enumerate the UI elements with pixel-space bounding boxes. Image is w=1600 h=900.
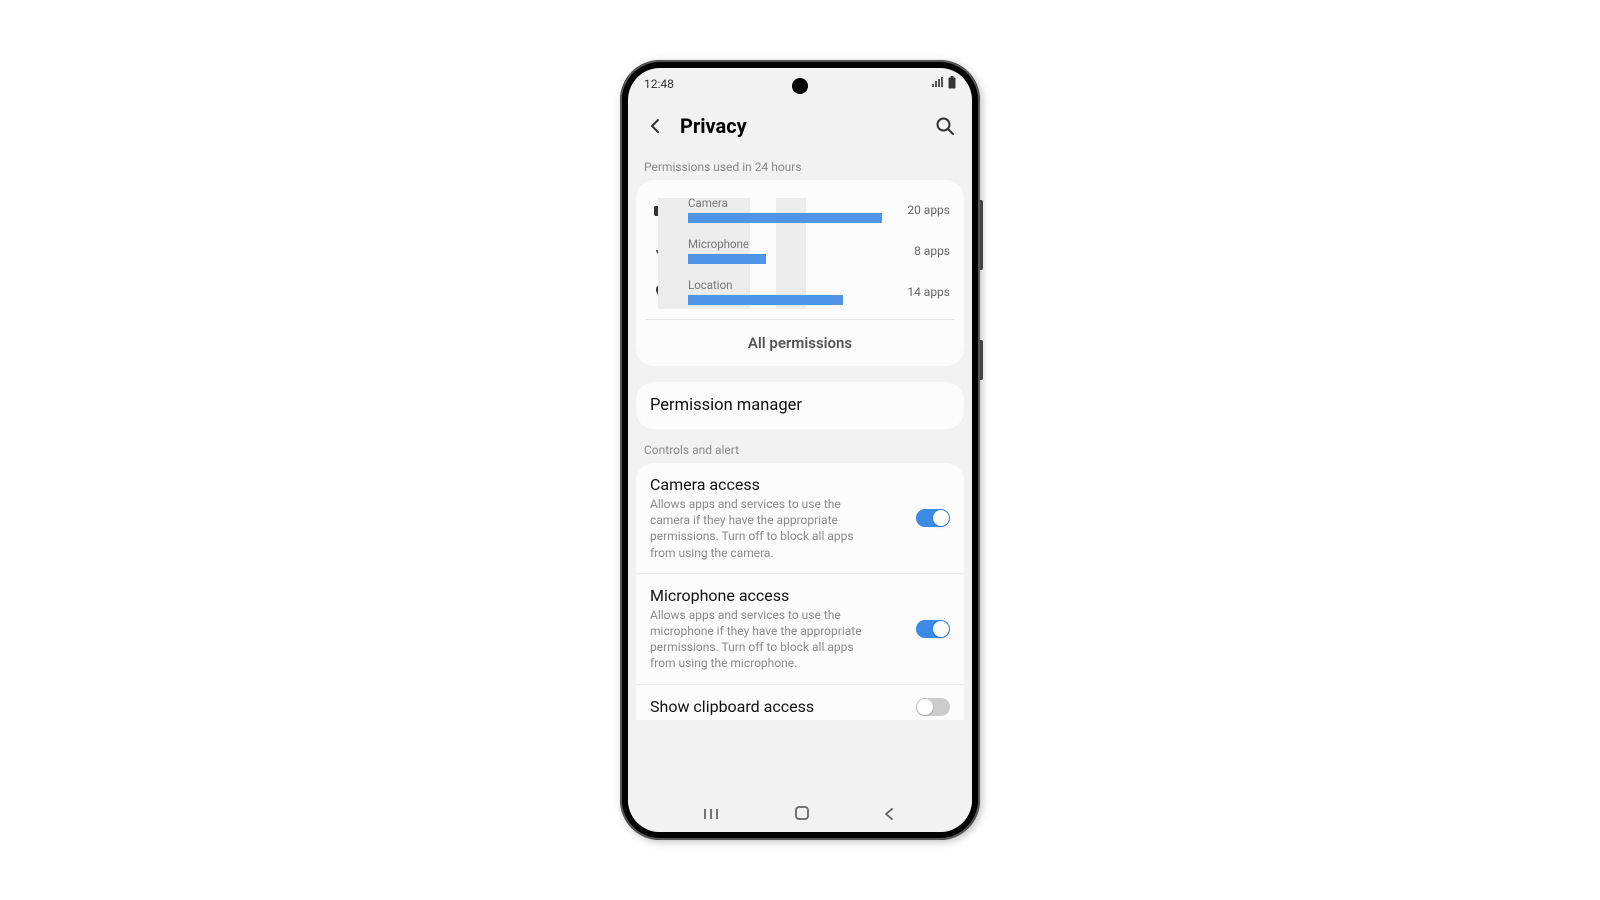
status-time: 12:48 [644, 77, 674, 91]
toggle-desc: Allows apps and services to use the came… [650, 496, 880, 561]
screen: 12:48 Privacy Permissions used in 24 hou… [628, 68, 972, 832]
permission-bar [688, 213, 882, 223]
permissions-used-label: Permissions used in 24 hours [628, 152, 972, 180]
home-button[interactable] [794, 805, 810, 825]
signal-icon [931, 77, 944, 91]
permission-label: Microphone [688, 237, 882, 251]
controls-section-label: Controls and alert [628, 429, 972, 463]
permission-count: 8 apps [896, 244, 950, 258]
toggle-desc: Allows apps and services to use the micr… [650, 607, 880, 672]
permission-manager-title: Permission manager [650, 396, 950, 415]
all-permissions-button[interactable]: All permissions [646, 320, 954, 366]
volume-button [980, 200, 983, 270]
search-button[interactable] [934, 115, 956, 137]
page-title: Privacy [680, 114, 920, 138]
clipboard-access-row[interactable]: Show clipboard access [636, 685, 964, 720]
microphone-access-row[interactable]: Microphone access Allows apps and servic… [636, 574, 964, 685]
toggle-title: Camera access [650, 475, 904, 494]
battery-icon [948, 76, 956, 92]
back-nav-button[interactable] [882, 806, 896, 825]
camera-hole [792, 78, 808, 94]
camera-access-row[interactable]: Camera access Allows apps and services t… [636, 463, 964, 574]
permission-count: 14 apps [896, 285, 950, 299]
permission-label: Camera [688, 196, 882, 210]
permission-bar [688, 254, 766, 264]
back-button[interactable] [644, 115, 666, 137]
camera-access-toggle[interactable] [916, 509, 950, 527]
app-header: Privacy [628, 96, 972, 152]
permission-bar [688, 295, 843, 305]
permission-label: Location [688, 278, 882, 292]
toggle-title: Microphone access [650, 586, 904, 605]
clipboard-access-toggle[interactable] [916, 698, 950, 716]
microphone-access-toggle[interactable] [916, 620, 950, 638]
phone-frame: 12:48 Privacy Permissions used in 24 hou… [620, 60, 980, 840]
permission-count: 20 apps [896, 203, 950, 217]
recents-button[interactable] [704, 806, 722, 825]
content: Permissions used in 24 hours Camera 20 a… [628, 152, 972, 798]
toggle-title: Show clipboard access [650, 697, 904, 716]
permissions-card[interactable]: Camera 20 apps Microphone 8 a [636, 180, 964, 366]
controls-card: Camera access Allows apps and services t… [636, 463, 964, 720]
permission-manager-item[interactable]: Permission manager [636, 382, 964, 429]
power-button [980, 340, 983, 380]
nav-bar [628, 798, 972, 832]
